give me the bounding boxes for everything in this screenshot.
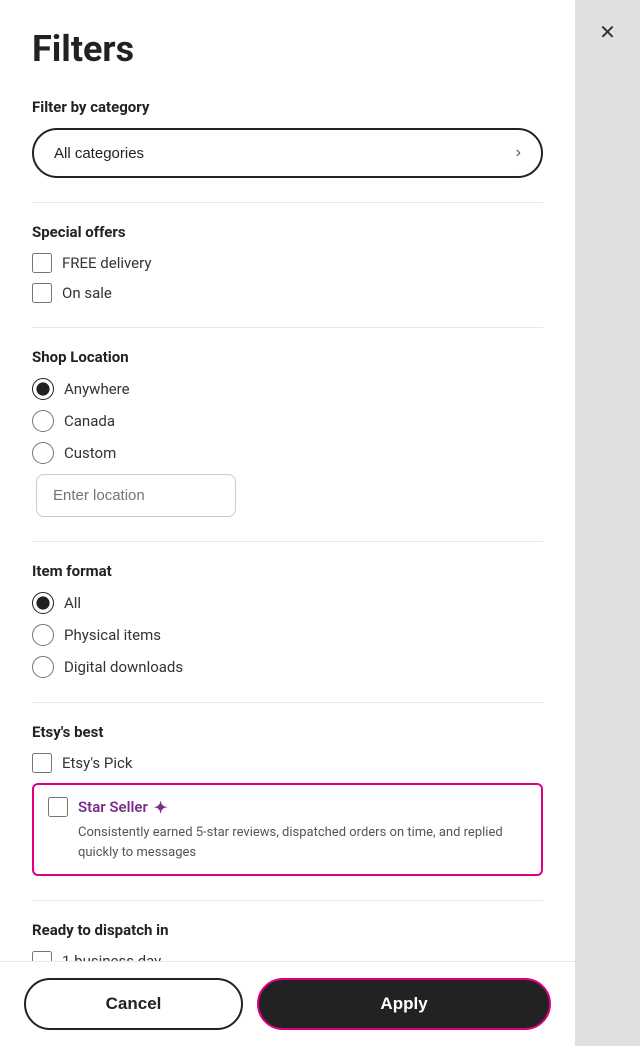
divider-3 bbox=[32, 541, 543, 542]
divider-4 bbox=[32, 702, 543, 703]
item-format-section: Item format All Physical items Digital d… bbox=[32, 562, 543, 678]
special-offers-label: Special offers bbox=[32, 223, 543, 241]
star-seller-badge-icon: ✦ bbox=[154, 798, 167, 817]
free-delivery-label: FREE delivery bbox=[62, 254, 151, 272]
custom-label: Custom bbox=[64, 444, 116, 462]
item-format-label: Item format bbox=[32, 562, 543, 580]
digital-radio-row[interactable]: Digital downloads bbox=[32, 656, 543, 678]
etsys-best-section: Etsy's best Etsy's Pick Star Seller ✦ Co… bbox=[32, 723, 543, 876]
divider-5 bbox=[32, 900, 543, 901]
bottom-bar: Cancel Apply bbox=[0, 961, 575, 1046]
category-dropdown-value: All categories bbox=[54, 145, 144, 162]
free-delivery-checkbox[interactable] bbox=[32, 253, 52, 273]
canada-radio-row[interactable]: Canada bbox=[32, 410, 543, 432]
digital-radio[interactable] bbox=[32, 656, 54, 678]
divider-2 bbox=[32, 327, 543, 328]
physical-label: Physical items bbox=[64, 626, 161, 644]
filters-title: Filters bbox=[32, 28, 543, 70]
location-input[interactable] bbox=[36, 474, 236, 517]
etsys-best-label: Etsy's best bbox=[32, 723, 543, 741]
chevron-right-icon: › bbox=[516, 144, 521, 162]
custom-radio[interactable] bbox=[32, 442, 54, 464]
star-seller-checkbox[interactable] bbox=[48, 797, 68, 817]
etsys-pick-label: Etsy's Pick bbox=[62, 754, 132, 772]
anywhere-radio-row[interactable]: Anywhere bbox=[32, 378, 543, 400]
filter-by-category-label: Filter by category bbox=[32, 98, 543, 116]
on-sale-checkbox-row[interactable]: On sale bbox=[32, 283, 543, 303]
filter-by-category-section: Filter by category All categories › bbox=[32, 98, 543, 178]
star-seller-row: Star Seller ✦ bbox=[48, 797, 527, 817]
physical-radio[interactable] bbox=[32, 624, 54, 646]
apply-button[interactable]: Apply bbox=[257, 978, 551, 1030]
etsys-pick-checkbox-row[interactable]: Etsy's Pick bbox=[32, 753, 543, 773]
etsys-pick-checkbox[interactable] bbox=[32, 753, 52, 773]
divider-1 bbox=[32, 202, 543, 203]
category-dropdown-button[interactable]: All categories › bbox=[32, 128, 543, 178]
digital-label: Digital downloads bbox=[64, 658, 183, 676]
custom-radio-row[interactable]: Custom bbox=[32, 442, 543, 464]
right-panel: ✕ bbox=[575, 0, 640, 1046]
cancel-button[interactable]: Cancel bbox=[24, 978, 243, 1030]
star-seller-label: Star Seller ✦ bbox=[78, 798, 167, 817]
star-seller-text: Star Seller bbox=[78, 798, 148, 816]
free-delivery-checkbox-row[interactable]: FREE delivery bbox=[32, 253, 543, 273]
special-offers-section: Special offers FREE delivery On sale bbox=[32, 223, 543, 303]
location-input-wrap bbox=[36, 474, 543, 517]
star-seller-box: Star Seller ✦ Consistently earned 5-star… bbox=[32, 783, 543, 876]
canada-label: Canada bbox=[64, 412, 115, 430]
canada-radio[interactable] bbox=[32, 410, 54, 432]
shop-location-section: Shop Location Anywhere Canada Custom bbox=[32, 348, 543, 517]
star-seller-description: Consistently earned 5-star reviews, disp… bbox=[78, 823, 527, 862]
ready-to-dispatch-label: Ready to dispatch in bbox=[32, 921, 543, 939]
all-format-label: All bbox=[64, 594, 81, 612]
filters-panel: Filters Filter by category All categorie… bbox=[0, 0, 575, 1046]
physical-radio-row[interactable]: Physical items bbox=[32, 624, 543, 646]
close-button[interactable]: ✕ bbox=[592, 16, 624, 48]
shop-location-label: Shop Location bbox=[32, 348, 543, 366]
all-format-radio-row[interactable]: All bbox=[32, 592, 543, 614]
anywhere-label: Anywhere bbox=[64, 380, 130, 398]
on-sale-checkbox[interactable] bbox=[32, 283, 52, 303]
anywhere-radio[interactable] bbox=[32, 378, 54, 400]
all-format-radio[interactable] bbox=[32, 592, 54, 614]
on-sale-label: On sale bbox=[62, 284, 112, 302]
